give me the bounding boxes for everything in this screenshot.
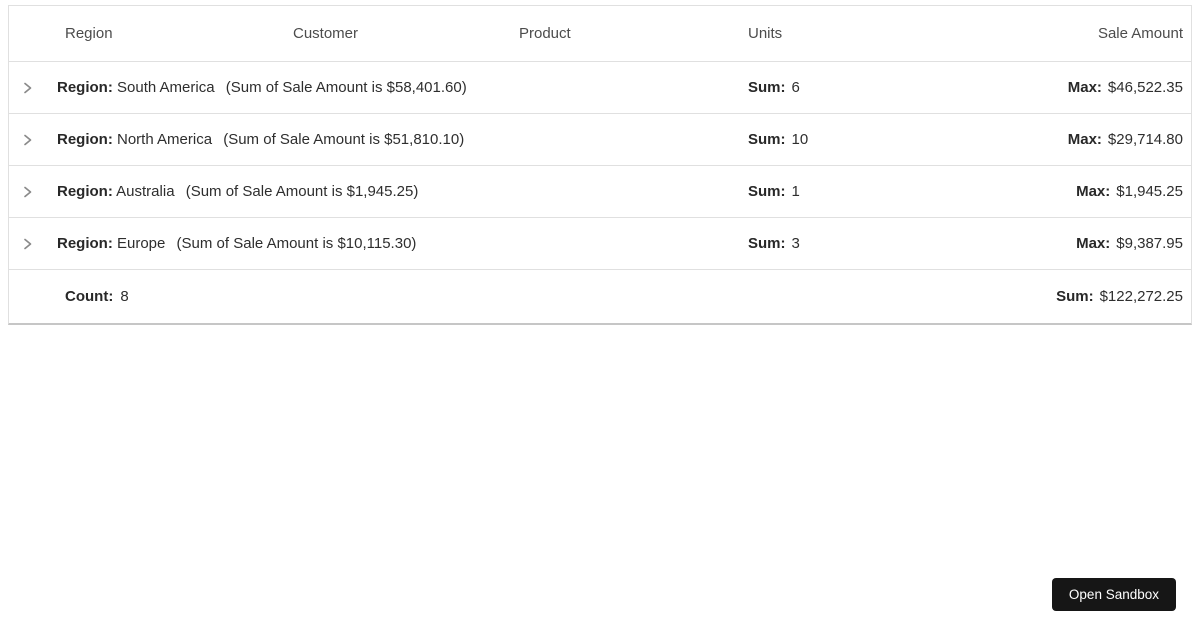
sale-summary-cell: Max: $9,387.95 xyxy=(960,235,1191,252)
sale-summary-value: $9,387.95 xyxy=(1116,235,1183,252)
sale-summary-label: Max: xyxy=(1067,79,1102,96)
sale-summary-value: $46,522.35 xyxy=(1107,79,1183,96)
group-row-europe[interactable]: Region: Europe (Sum of Sale Amount is $1… xyxy=(9,218,1191,270)
group-summary: (Sum of Sale Amount is $1,945.25) xyxy=(185,183,419,200)
expand-chevron-icon[interactable] xyxy=(22,238,33,250)
units-summary-label: Sum: xyxy=(748,131,786,148)
footer-sum-label: Sum: xyxy=(1056,288,1094,305)
group-value: North America xyxy=(117,131,213,148)
group-header-text: Region: Europe (Sum of Sale Amount is $1… xyxy=(49,235,732,252)
expand-cell[interactable] xyxy=(9,238,49,250)
units-summary-cell: Sum: 6 xyxy=(732,79,960,96)
sale-summary-cell: Max: $1,945.25 xyxy=(960,183,1191,200)
units-summary-value: 1 xyxy=(791,183,800,200)
column-header-sale-amount[interactable]: Sale Amount xyxy=(960,25,1191,42)
group-label: Region: xyxy=(57,79,113,96)
expand-chevron-icon[interactable] xyxy=(22,134,33,146)
column-header-region[interactable]: Region xyxy=(49,25,277,42)
group-label: Region: xyxy=(57,235,113,252)
units-summary-value: 10 xyxy=(791,131,809,148)
grid-total-footer: Count: 8 Sum: $122,272.25 xyxy=(9,270,1191,323)
expand-chevron-icon[interactable] xyxy=(22,186,33,198)
units-summary-value: 6 xyxy=(791,79,800,96)
sale-summary-label: Max: xyxy=(1076,183,1111,200)
column-header-customer[interactable]: Customer xyxy=(277,25,503,42)
expand-cell[interactable] xyxy=(9,82,49,94)
group-summary: (Sum of Sale Amount is $10,115.30) xyxy=(176,235,417,252)
units-summary-cell: Sum: 1 xyxy=(732,183,960,200)
group-header-text: Region: North America (Sum of Sale Amoun… xyxy=(49,131,732,148)
data-grid: Region Customer Product Units Sale Amoun… xyxy=(8,5,1192,325)
expand-chevron-icon[interactable] xyxy=(22,82,33,94)
footer-count-cell: Count: 8 xyxy=(49,288,960,305)
group-label: Region: xyxy=(57,183,113,200)
group-value: Australia xyxy=(116,183,175,200)
units-summary-label: Sum: xyxy=(748,79,786,96)
footer-count-value: 8 xyxy=(120,288,129,305)
footer-sum-value: $122,272.25 xyxy=(1099,288,1183,305)
open-sandbox-button[interactable]: Open Sandbox xyxy=(1051,578,1176,611)
footer-sum-cell: Sum: $122,272.25 xyxy=(960,288,1191,305)
units-summary-label: Sum: xyxy=(748,235,786,252)
expand-cell[interactable] xyxy=(9,186,49,198)
sale-summary-label: Max: xyxy=(1076,235,1111,252)
sale-summary-value: $29,714.80 xyxy=(1107,131,1183,148)
group-value: South America xyxy=(117,79,215,96)
footer-count-label: Count: xyxy=(65,288,114,305)
sale-summary-cell: Max: $29,714.80 xyxy=(960,131,1191,148)
group-value: Europe xyxy=(117,235,166,252)
group-header-text: Region: Australia (Sum of Sale Amount is… xyxy=(49,183,732,200)
group-summary: (Sum of Sale Amount is $58,401.60) xyxy=(225,79,467,96)
group-row-south-america[interactable]: Region: South America (Sum of Sale Amoun… xyxy=(9,62,1191,114)
units-summary-cell: Sum: 10 xyxy=(732,131,960,148)
sale-summary-cell: Max: $46,522.35 xyxy=(960,79,1191,96)
column-header-product[interactable]: Product xyxy=(503,25,732,42)
units-summary-value: 3 xyxy=(791,235,800,252)
column-header-units[interactable]: Units xyxy=(732,25,960,42)
group-label: Region: xyxy=(57,131,113,148)
units-summary-label: Sum: xyxy=(748,183,786,200)
group-summary: (Sum of Sale Amount is $51,810.10) xyxy=(223,131,465,148)
grid-header-row: Region Customer Product Units Sale Amoun… xyxy=(9,6,1191,62)
group-row-north-america[interactable]: Region: North America (Sum of Sale Amoun… xyxy=(9,114,1191,166)
expand-cell[interactable] xyxy=(9,134,49,146)
group-header-text: Region: South America (Sum of Sale Amoun… xyxy=(49,79,732,96)
units-summary-cell: Sum: 3 xyxy=(732,235,960,252)
group-row-australia[interactable]: Region: Australia (Sum of Sale Amount is… xyxy=(9,166,1191,218)
sale-summary-label: Max: xyxy=(1067,131,1102,148)
sale-summary-value: $1,945.25 xyxy=(1116,183,1183,200)
